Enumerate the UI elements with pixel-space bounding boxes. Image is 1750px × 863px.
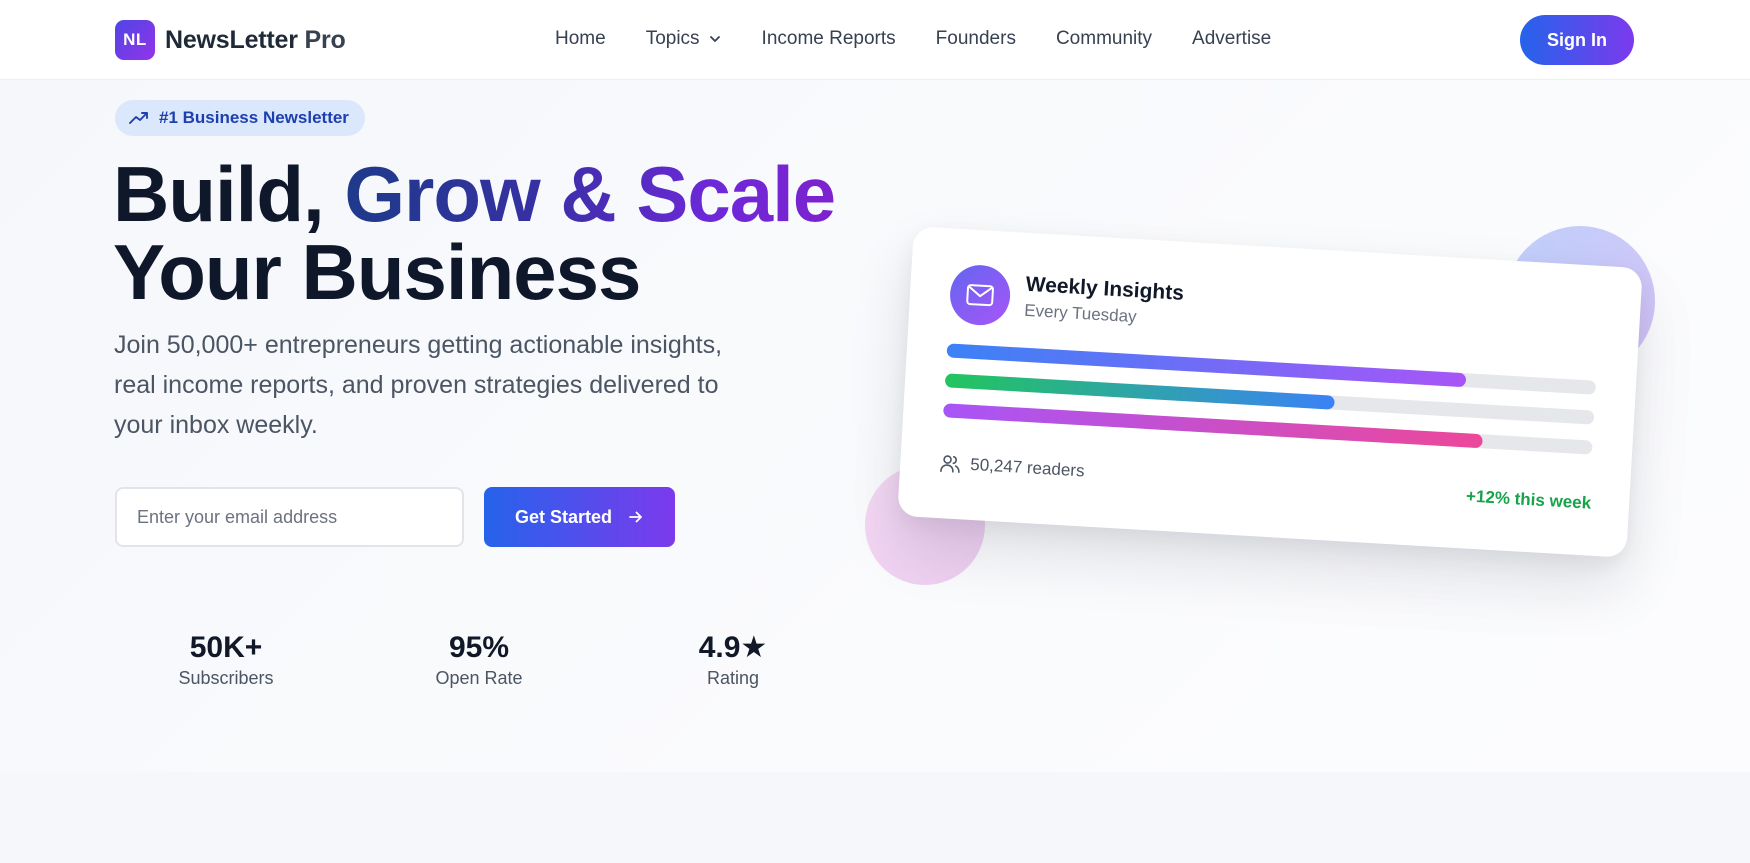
brand-logo[interactable]: NL NewsLetter Pro bbox=[115, 20, 346, 60]
readers-count: 50,247 readers bbox=[940, 453, 1085, 481]
mail-icon bbox=[966, 284, 994, 307]
headline-part1: Build, bbox=[113, 150, 345, 238]
stat-subscribers: 50K+ Subscribers bbox=[146, 630, 306, 689]
get-started-label: Get Started bbox=[514, 506, 613, 527]
stat-rating: 4.9★ Rating bbox=[653, 630, 813, 689]
nav-link-founders[interactable]: Founders bbox=[936, 28, 1016, 50]
brand-name-main: NewsLetter bbox=[165, 25, 298, 54]
nav-link-topics[interactable]: Topics bbox=[646, 28, 722, 50]
headline-gradient: Grow & Scale bbox=[344, 150, 836, 238]
stat-value: 50K+ bbox=[189, 631, 263, 664]
hero-badge: #1 Business Newsletter bbox=[115, 100, 365, 136]
top-nav: NL NewsLetter Pro Home Topics Income Rep… bbox=[0, 0, 1750, 80]
growth-indicator: +12% this week bbox=[1465, 486, 1592, 513]
arrow-right-icon bbox=[629, 511, 642, 523]
users-icon bbox=[940, 455, 960, 474]
nav-link-income-reports-label: Income Reports bbox=[761, 28, 896, 49]
email-input[interactable] bbox=[115, 487, 464, 547]
nav-link-income-reports[interactable]: Income Reports bbox=[762, 28, 896, 50]
headline-line2: Your Business bbox=[113, 228, 641, 316]
stat-label: Open Rate bbox=[435, 668, 523, 688]
nav-link-home-label: Home bbox=[555, 28, 606, 49]
nav-link-community[interactable]: Community bbox=[1056, 28, 1152, 50]
stat-open-rate: 95% Open Rate bbox=[399, 630, 559, 689]
card-title: Weekly Insights bbox=[1025, 272, 1185, 305]
hero-subtext: Join 50,000+ entrepreneurs getting actio… bbox=[114, 331, 723, 439]
stat-label: Rating bbox=[706, 668, 760, 688]
trending-up-icon bbox=[129, 112, 148, 124]
stat-label: Subscribers bbox=[178, 668, 274, 688]
hero-headline: Build, Grow & Scale Your Business bbox=[113, 155, 836, 311]
brand-name: NewsLetter Pro bbox=[165, 26, 346, 55]
nav-link-community-label: Community bbox=[1055, 28, 1153, 49]
nav-links: Home Topics Income Reports Founders Comm… bbox=[555, 28, 1311, 50]
nav-link-home[interactable]: Home bbox=[555, 28, 606, 50]
nav-link-advertise[interactable]: Advertise bbox=[1192, 28, 1271, 50]
progress-fill bbox=[944, 373, 1335, 410]
logo-mark: NL bbox=[115, 20, 155, 60]
brand-name-suffix: Pro bbox=[304, 25, 346, 54]
nav-link-advertise-label: Advertise bbox=[1192, 28, 1272, 49]
readers-label: 50,247 readers bbox=[969, 454, 1086, 481]
card-subtitle: Every Tuesday bbox=[1023, 300, 1138, 327]
stat-value: 4.9★ bbox=[698, 631, 768, 664]
hero-badge-label: #1 Business Newsletter bbox=[159, 108, 349, 127]
next-section bbox=[0, 772, 1750, 863]
chevron-down-icon bbox=[709, 36, 720, 42]
sign-in-button[interactable]: Sign In bbox=[1520, 15, 1634, 65]
get-started-button[interactable]: Get Started bbox=[484, 487, 675, 547]
nav-link-topics-label: Topics bbox=[645, 28, 700, 49]
newsletter-preview-card: Weekly Insights Every Tuesday 50,247 rea… bbox=[897, 226, 1643, 558]
newsletter-icon-badge bbox=[948, 263, 1012, 327]
stat-value: 95% bbox=[448, 631, 510, 664]
nav-link-founders-label: Founders bbox=[935, 28, 1016, 49]
